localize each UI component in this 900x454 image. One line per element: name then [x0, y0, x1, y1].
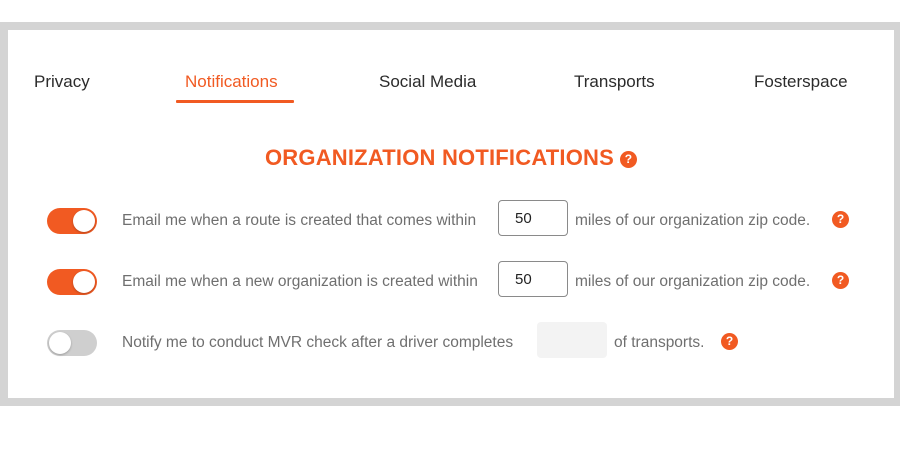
active-tab-underline [176, 100, 294, 103]
help-icon[interactable]: ? [832, 211, 849, 228]
setting-row-mvr-check: Notify me to conduct MVR check after a d… [8, 322, 894, 362]
setting-row-organization-created: Email me when a new organization is crea… [8, 261, 894, 301]
mvr-check-toggle[interactable] [47, 330, 97, 356]
toggle-knob [73, 210, 95, 232]
help-icon[interactable]: ? [620, 151, 638, 168]
setting-row-route-created: Email me when a route is created that co… [8, 200, 894, 240]
organization-distance-input[interactable] [498, 261, 568, 297]
settings-panel: Privacy Notifications Social Media Trans… [8, 30, 894, 398]
tab-notifications[interactable]: Notifications [185, 72, 278, 92]
help-icon[interactable]: ? [832, 272, 849, 289]
toggle-knob [49, 332, 71, 354]
mvr-check-suffix: of transports. [614, 334, 705, 351]
tab-bar: Privacy Notifications Social Media Trans… [8, 30, 894, 120]
organization-created-suffix: miles of our organization zip code. [575, 273, 811, 290]
route-created-suffix: miles of our organization zip code. [575, 212, 811, 229]
section-title: ORGANIZATION NOTIFICATIONS? [8, 145, 894, 171]
route-distance-input[interactable] [498, 200, 568, 236]
organization-created-toggle[interactable] [47, 269, 97, 295]
route-created-label: Email me when a route is created that co… [122, 212, 477, 229]
tab-privacy[interactable]: Privacy [34, 72, 90, 92]
help-icon[interactable]: ? [721, 333, 738, 350]
tab-fosterspace[interactable]: Fosterspace [754, 72, 848, 92]
route-created-toggle[interactable] [47, 208, 97, 234]
tab-social-media[interactable]: Social Media [379, 72, 476, 92]
section-title-text: ORGANIZATION NOTIFICATIONS [264, 145, 615, 170]
organization-created-label: Email me when a new organization is crea… [122, 273, 478, 290]
tab-transports[interactable]: Transports [574, 72, 655, 92]
toggle-knob [73, 271, 95, 293]
settings-frame: Privacy Notifications Social Media Trans… [0, 22, 900, 406]
transport-count-input[interactable] [537, 322, 607, 358]
mvr-check-label: Notify me to conduct MVR check after a d… [122, 334, 514, 351]
